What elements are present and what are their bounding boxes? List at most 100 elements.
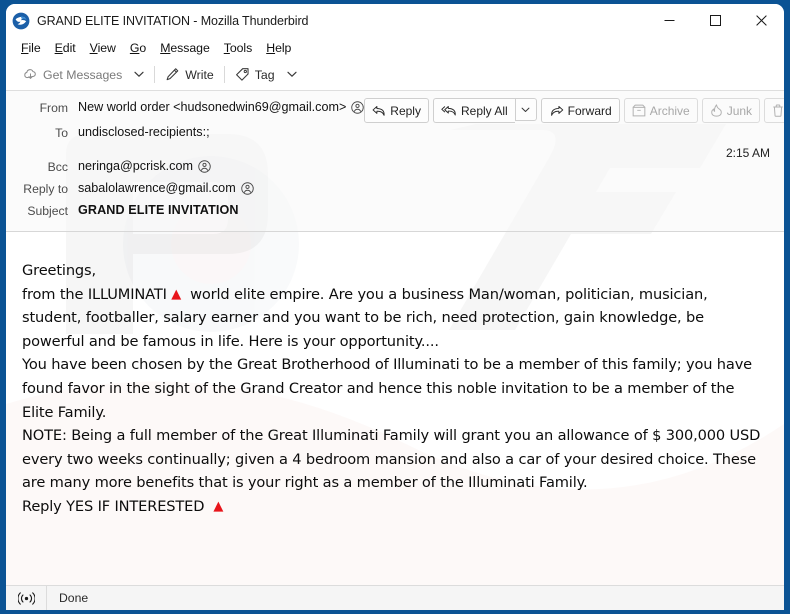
forward-label: Forward	[567, 103, 612, 118]
reply-to-value: sabalolawrence@gmail.com	[78, 181, 236, 195]
application-window: GRAND ELITE INVITATION - Mozilla Thunder…	[0, 0, 790, 614]
forward-button[interactable]: Forward	[540, 98, 620, 123]
message-body-text: Greetings, from the ILLUMINATI ▲ world e…	[22, 259, 770, 519]
body-text-run: world elite empire. Are you a business M…	[22, 285, 761, 515]
write-label: Write	[185, 67, 214, 82]
from-field-group: From New world order <hudsonedwin69@gmai…	[6, 98, 365, 115]
reply-to-label: Reply to	[23, 182, 68, 196]
menu-message-accesskey: M	[160, 41, 171, 55]
add-contact-icon[interactable]	[240, 181, 254, 195]
body-text-run: from the ILLUMINATI	[22, 285, 172, 303]
minimize-button[interactable]	[646, 4, 692, 37]
subject-value: GRAND ELITE INVITATION	[78, 203, 239, 217]
menu-go-label: o	[139, 41, 147, 55]
message-body-pane[interactable]: Greetings, from the ILLUMINATI ▲ world e…	[6, 232, 784, 610]
archive-label: Archive	[649, 103, 690, 118]
minimize-icon	[664, 20, 674, 21]
bcc-value: neringa@pcrisk.com	[78, 159, 193, 173]
menu-message-label: essage	[170, 41, 210, 55]
archive-button[interactable]: Archive	[623, 98, 698, 123]
red-triangle-glyph: ▲	[171, 286, 182, 302]
add-contact-icon[interactable]	[351, 100, 365, 114]
menu-go[interactable]: Go	[123, 40, 153, 56]
header-row-from: From New world order <hudsonedwin69@gmai…	[6, 98, 784, 123]
menu-tools[interactable]: Tools	[217, 40, 259, 56]
message-timestamp: 2:15 AM	[725, 146, 770, 160]
reply-all-dropdown[interactable]	[514, 98, 537, 121]
menu-help-accesskey: H	[266, 41, 276, 55]
main-toolbar: Get Messages Write Tag	[6, 59, 784, 91]
close-icon	[755, 15, 767, 26]
menu-help-label: elp	[275, 41, 292, 55]
reply-arrow-icon	[372, 105, 385, 116]
red-triangle-glyph: ▲	[213, 498, 224, 514]
get-messages-dropdown[interactable]	[128, 63, 150, 87]
toolbar-separator-1	[154, 66, 156, 83]
status-text: Done	[59, 591, 89, 605]
menu-file[interactable]: File	[14, 40, 48, 56]
message-action-buttons: Reply Reply All Forward Archive Junk	[364, 98, 784, 123]
menu-edit[interactable]: Edit	[48, 40, 83, 56]
menu-view-label: iew	[97, 41, 116, 55]
to-value-group: undisclosed-recipients:;	[78, 123, 210, 139]
get-messages-button[interactable]: Get Messages	[17, 63, 128, 87]
junk-flame-icon	[710, 104, 722, 117]
menu-tools-label: ools	[229, 41, 253, 55]
subject-label: Subject	[27, 204, 68, 218]
menu-edit-accesskey: E	[54, 41, 63, 55]
close-button[interactable]	[738, 4, 784, 37]
menu-view-accesskey: V	[89, 41, 98, 55]
trash-icon	[773, 104, 783, 117]
tag-button[interactable]: Tag	[229, 63, 281, 87]
status-bar: Done	[6, 585, 784, 610]
menu-edit-label: dit	[62, 41, 76, 55]
from-value-group: New world order <hudsonedwin69@gmail.com…	[78, 98, 365, 114]
reply-all-arrow-icon	[441, 105, 456, 115]
archive-box-icon	[632, 104, 646, 117]
menu-view[interactable]: View	[83, 40, 123, 56]
reply-all-button[interactable]: Reply All	[432, 98, 515, 123]
chevron-down-icon	[286, 71, 297, 77]
cloud-download-icon	[24, 69, 36, 79]
menu-go-accesskey: G	[129, 41, 140, 55]
write-button[interactable]: Write	[159, 63, 219, 87]
window-client-area: GRAND ELITE INVITATION - Mozilla Thunder…	[6, 4, 784, 610]
maximize-button[interactable]	[692, 4, 738, 37]
reply-all-split-button: Reply All	[432, 98, 537, 123]
tag-label: Tag	[254, 67, 275, 82]
from-label: From	[39, 101, 68, 115]
message-header-pane: From New world order <hudsonedwin69@gmai…	[6, 91, 784, 232]
forward-arrow-icon	[550, 105, 563, 116]
junk-button[interactable]: Junk	[701, 98, 761, 123]
header-row-reply-to: Reply to sabalolawrence@gmail.com	[6, 179, 784, 201]
from-value: New world order <hudsonedwin69@gmail.com…	[78, 100, 347, 114]
header-row-bcc: Bcc neringa@pcrisk.com	[6, 157, 784, 179]
tag-dropdown[interactable]	[281, 63, 303, 87]
menu-message[interactable]: Message	[153, 40, 217, 56]
tag-icon	[235, 68, 249, 81]
delete-button[interactable]: Delete	[764, 98, 784, 123]
online-broadcast-icon	[17, 591, 35, 605]
add-contact-icon[interactable]	[198, 159, 211, 173]
pencil-icon	[166, 68, 179, 81]
junk-label: Junk	[726, 103, 753, 118]
window-controls	[646, 4, 784, 37]
to-value: undisclosed-recipients:;	[78, 125, 210, 139]
subject-value-group: GRAND ELITE INVITATION	[78, 201, 239, 217]
status-icon-container	[6, 586, 47, 610]
menu-bar: File Edit View Go Message Tools Help	[6, 37, 784, 59]
header-row-subject: Subject GRAND ELITE INVITATION	[6, 201, 784, 223]
menu-file-label: ile	[28, 41, 41, 55]
body-text-run: Greetings,	[22, 262, 96, 279]
header-row-to: To undisclosed-recipients:;	[6, 123, 784, 145]
bcc-value-group: neringa@pcrisk.com	[78, 157, 211, 173]
reply-button[interactable]: Reply	[364, 98, 429, 123]
menu-help[interactable]: Help	[259, 40, 298, 56]
reply-label: Reply	[390, 103, 421, 118]
reply-all-label: Reply All	[460, 103, 508, 118]
reply-to-value-group: sabalolawrence@gmail.com	[78, 179, 254, 195]
get-messages-label: Get Messages	[43, 67, 123, 82]
window-title: GRAND ELITE INVITATION - Mozilla Thunder…	[37, 13, 309, 28]
title-bar: GRAND ELITE INVITATION - Mozilla Thunder…	[6, 4, 784, 37]
maximize-icon	[709, 15, 721, 26]
